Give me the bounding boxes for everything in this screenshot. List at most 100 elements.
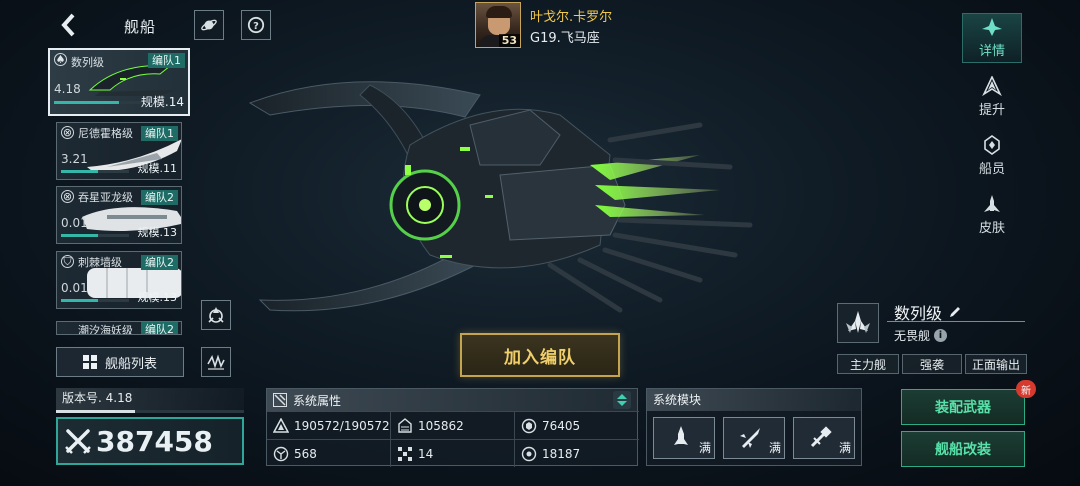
wave-icon xyxy=(207,354,225,370)
crew-icon xyxy=(984,135,1000,155)
page-title: 舰船 xyxy=(124,18,157,36)
ship-power: 0.01 xyxy=(61,216,88,230)
ship-class-icon: ⊗ xyxy=(61,126,74,139)
armor-icon xyxy=(398,417,412,433)
shield-icon xyxy=(521,418,537,433)
tab-details[interactable]: 详情 xyxy=(962,13,1022,63)
ship-modify-button[interactable]: 舰船改装 xyxy=(901,431,1025,467)
back-button[interactable] xyxy=(56,12,82,38)
drone-module-icon xyxy=(810,426,832,448)
ship-card[interactable]: ⛉ 刺棘墙级 编队2 0.01 规模.13 xyxy=(56,251,182,309)
fleet-list-button[interactable]: 舰船列表 xyxy=(56,347,184,377)
info-icon[interactable]: i xyxy=(934,329,948,342)
ship-hp-bar xyxy=(61,234,129,237)
upgrade-icon xyxy=(982,76,1002,96)
ship-card[interactable]: ⊗ 吞星亚龙级 编队2 0.01 规模.13 xyxy=(56,186,182,244)
ship-type: 无畏舰 i xyxy=(894,327,948,344)
join-fleet-button[interactable]: 加入编队 xyxy=(460,333,620,377)
equip-weapons-button[interactable]: 装配武器 xyxy=(901,389,1025,425)
ship-name: 潮汐海妖级 xyxy=(78,324,133,335)
modules-title: 系统模块 xyxy=(647,389,861,411)
tab-crew[interactable]: 船员 xyxy=(962,131,1022,181)
hull-icon xyxy=(273,417,289,433)
attr-target: 18187 xyxy=(515,439,639,467)
captain-name: 叶戈尔.卡罗尔 xyxy=(530,10,613,25)
planet-icon xyxy=(201,19,217,31)
fleet-tag: 编队1 xyxy=(141,126,178,141)
ship-name: 刺棘墙级 xyxy=(78,256,122,269)
ship-render xyxy=(248,81,753,313)
ship-hp-bar xyxy=(61,299,129,302)
combat-power-box: 387458 xyxy=(56,417,244,465)
tab-upgrade[interactable]: 提升 xyxy=(962,72,1022,122)
ship-card[interactable]: ⊗ 尼德霍格级 编队1 3.21 规模.11 xyxy=(56,122,182,180)
ship-name: 吞星亚龙级 xyxy=(78,191,133,204)
name-underline xyxy=(887,321,1025,322)
role-tag: 正面输出 xyxy=(965,354,1027,374)
ship-power: 4.18 xyxy=(54,82,81,96)
ship-name: 数列级 xyxy=(71,56,104,69)
planet-button[interactable] xyxy=(194,10,224,40)
fleet-tag: 编队2 xyxy=(141,190,178,205)
ship-scale: 规模.14 xyxy=(140,95,184,109)
ship-scale: 规模.11 xyxy=(137,162,178,175)
system-attributes-panel: 系统属性 190572/190572 105862 76405 568 14 1… xyxy=(266,388,639,467)
skin-icon xyxy=(984,195,1000,212)
module-slot-drone[interactable]: 满 xyxy=(793,417,855,459)
grid-icon xyxy=(82,355,97,369)
ship-power: 3.21 xyxy=(61,152,88,166)
ship-class-icon: ⛉ xyxy=(61,255,74,268)
ship-class-emblem xyxy=(837,303,879,343)
ship-card-selected[interactable]: ♠ 数列级 编队1 4.18 规模.14 xyxy=(48,48,190,116)
version-progress xyxy=(56,410,244,413)
module-slot-missile[interactable]: 满 xyxy=(723,417,785,459)
speed-icon xyxy=(273,446,289,461)
sort-toggle[interactable] xyxy=(613,391,631,409)
edit-icon[interactable] xyxy=(948,305,962,319)
tab-skin[interactable]: 皮肤 xyxy=(962,190,1022,240)
role-tag: 强袭 xyxy=(902,354,962,374)
new-badge: 新 xyxy=(1016,380,1036,398)
ship-class-icon: ⊗ xyxy=(61,190,74,203)
question-icon: ? xyxy=(247,16,265,34)
module-slot-rocket[interactable]: 满 xyxy=(653,417,715,459)
attributes-title: 系统属性 xyxy=(293,393,342,408)
grid-icon xyxy=(398,446,412,461)
system-modules-panel: 系统模块 满 满 满 xyxy=(646,388,862,466)
ship-detail-icon xyxy=(982,18,1002,36)
captain-location: G19.飞马座 xyxy=(530,31,600,46)
captain-level: 53 xyxy=(498,34,520,47)
ship-scale: 规模.13 xyxy=(137,226,178,239)
ship-hp-bar xyxy=(61,170,129,173)
ship-class-icon: ♠ xyxy=(54,53,67,66)
ship-card[interactable]: 潮汐海妖级 编队2 xyxy=(56,321,182,335)
ship-power: 0.01 xyxy=(61,281,88,295)
target-icon xyxy=(521,446,537,461)
fleet-tag: 编队1 xyxy=(148,53,185,68)
rocket-module-icon xyxy=(674,426,688,445)
dreadnought-class-icon xyxy=(846,311,870,333)
attr-armor: 105862 xyxy=(391,411,515,439)
version-label: 版本号. 4.18 xyxy=(56,388,244,410)
ship-name: 尼德霍格级 xyxy=(78,127,133,140)
svg-text:?: ? xyxy=(253,21,259,32)
role-tag: 主力舰 xyxy=(837,354,899,374)
help-button[interactable]: ? xyxy=(241,10,271,40)
captain-avatar[interactable]: 53 xyxy=(475,2,521,48)
attr-shield: 76405 xyxy=(515,411,639,439)
fleet-tag: 编队2 xyxy=(141,322,178,334)
fleet-tag: 编队2 xyxy=(141,255,178,270)
ship-hp-bar xyxy=(54,101,144,104)
filter-button[interactable] xyxy=(201,347,231,377)
combat-power-value: 387458 xyxy=(96,424,213,458)
fleet-list-label: 舰船列表 xyxy=(104,356,157,372)
attr-hull: 190572/190572 xyxy=(267,411,391,439)
attributes-icon xyxy=(273,393,287,407)
formation-button[interactable] xyxy=(201,300,231,330)
attributes-header: 系统属性 xyxy=(267,389,637,411)
missile-module-icon xyxy=(740,428,760,448)
ship-scale: 规模.13 xyxy=(137,291,178,304)
chevron-left-icon xyxy=(61,13,75,37)
formation-icon xyxy=(208,307,224,323)
attr-speed: 568 xyxy=(267,439,391,467)
